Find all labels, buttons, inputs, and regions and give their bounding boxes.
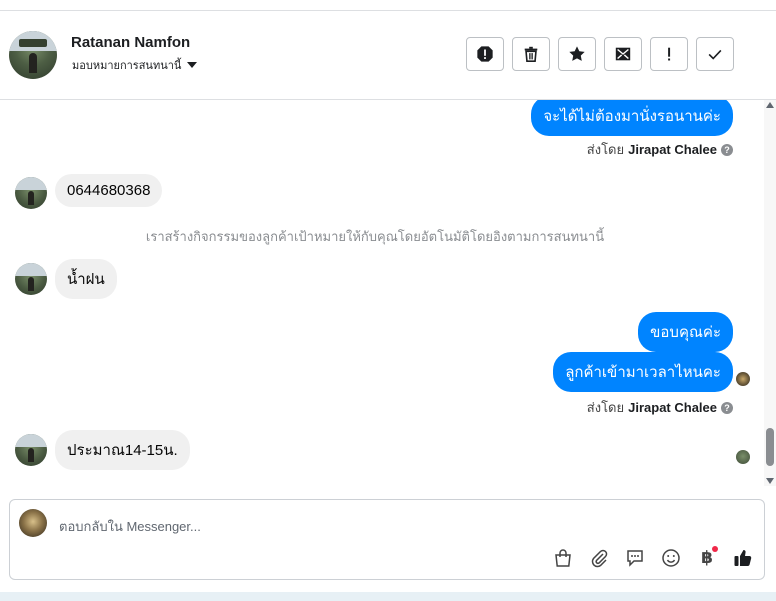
sent-by-name: Jirapat Chalee [628, 142, 717, 157]
like-button[interactable] [732, 547, 754, 569]
top-edge [0, 0, 776, 11]
incoming-message[interactable]: น้ำฝน [55, 259, 117, 299]
delete-button[interactable] [512, 37, 550, 71]
envelope-open-icon [615, 47, 631, 61]
outgoing-message[interactable]: ลูกค้าเข้ามาเวลาไหนคะ [553, 352, 733, 392]
conversation-header: Ratanan Namfon มอบหมายการสนทนานี้ [0, 11, 776, 100]
scroll-thumb[interactable] [766, 428, 774, 466]
help-icon[interactable]: ? [721, 401, 733, 414]
emoji-button[interactable] [660, 547, 682, 569]
bottom-edge [0, 592, 776, 601]
incoming-message[interactable]: ประมาณ14-15น. [55, 430, 190, 470]
reply-composer[interactable]: ตอบกลับใน Messenger... ฿ [9, 499, 765, 580]
mark-unread-button[interactable] [604, 37, 642, 71]
chevron-down-icon [187, 62, 198, 68]
sent-by-prefix: ส่งโดย [586, 400, 625, 415]
report-spam-button[interactable] [466, 37, 504, 71]
contact-name[interactable]: Ratanan Namfon [71, 34, 190, 51]
reply-input[interactable]: ตอบกลับใน Messenger... [59, 516, 201, 537]
header-actions [466, 37, 734, 71]
alert-circle-icon [477, 46, 493, 62]
payment-button[interactable]: ฿ [696, 546, 718, 569]
composer-toolbar: ฿ [552, 546, 754, 569]
customer-avatar [15, 177, 47, 209]
shopping-bag-icon [555, 549, 571, 567]
outgoing-message[interactable]: จะได้ไม่ต้องมานั่งรอนานค่ะ [531, 100, 733, 136]
star-icon [569, 46, 585, 61]
sent-by-name: Jirapat Chalee [628, 400, 717, 415]
message-thread: จะได้ไม่ต้องมานั่งรอนานค่ะ ส่งโดย Jirapa… [0, 100, 764, 486]
like-icon [734, 550, 752, 566]
thread-scrollbar[interactable] [764, 100, 776, 486]
mark-done-button[interactable] [696, 37, 734, 71]
star-button[interactable] [558, 37, 596, 71]
page-avatar [19, 509, 47, 537]
exclamation-icon [668, 47, 671, 61]
payment-icon: ฿ [701, 548, 713, 567]
outgoing-message[interactable]: ขอบคุณค่ะ [638, 312, 733, 352]
paperclip-icon [591, 549, 608, 568]
check-icon [708, 49, 722, 60]
notification-dot [712, 546, 718, 552]
saved-reply-button[interactable] [624, 547, 646, 569]
incoming-message[interactable]: 0644680368 [55, 174, 163, 207]
scroll-down-arrow-icon[interactable] [766, 478, 774, 484]
assign-label: มอบหมายการสนทนานี้ [72, 60, 182, 72]
seen-avatar [736, 372, 750, 386]
emoji-icon [662, 549, 680, 567]
assign-conversation-dropdown[interactable]: มอบหมายการสนทนานี้ [72, 56, 198, 74]
sent-by-label: ส่งโดย Jirapat Chalee ? [587, 139, 733, 160]
shopping-bag-button[interactable] [552, 547, 574, 569]
sent-by-prefix: ส่งโดย [586, 142, 625, 157]
scroll-up-arrow-icon[interactable] [766, 102, 774, 108]
saved-reply-icon [627, 550, 643, 567]
system-notice: เราสร้างกิจกรรมของลูกค้าเป้าหมายให้กับคุ… [145, 229, 605, 244]
follow-up-button[interactable] [650, 37, 688, 71]
customer-avatar [15, 434, 47, 466]
contact-avatar[interactable] [9, 31, 57, 79]
seen-avatar [736, 450, 750, 464]
sent-by-label: ส่งโดย Jirapat Chalee ? [587, 397, 733, 418]
help-icon[interactable]: ? [721, 143, 733, 156]
customer-avatar [15, 263, 47, 295]
trash-icon [524, 46, 538, 63]
attach-button[interactable] [588, 547, 610, 569]
